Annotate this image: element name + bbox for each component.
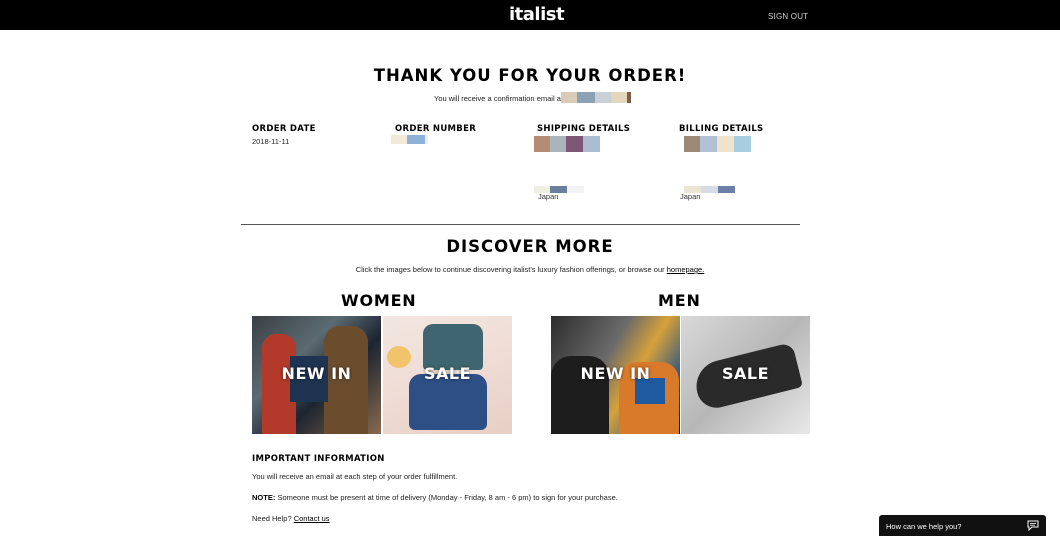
- shipping-details-label: SHIPPING DETAILS: [537, 124, 631, 134]
- men-new-in-tile[interactable]: NEW IN: [551, 316, 680, 434]
- redacted-billing-name: [684, 136, 751, 152]
- women-new-in-tile[interactable]: NEW IN: [252, 316, 381, 434]
- order-number-label: ORDER NUMBER: [395, 124, 477, 134]
- thank-you-title: THANK YOU FOR YOUR ORDER!: [373, 66, 687, 85]
- discover-more-title: DISCOVER MORE: [446, 237, 614, 256]
- section-divider: [241, 224, 800, 225]
- shipping-country: Japan: [538, 192, 559, 201]
- sign-out-link[interactable]: SIGN OUT: [768, 12, 808, 21]
- men-sale-label: SALE: [721, 364, 770, 383]
- contact-us-link[interactable]: Contact us: [294, 514, 330, 523]
- info-help-line: Need Help? Contact us: [252, 514, 330, 523]
- discover-subtitle-text: Click the images below to continue disco…: [355, 265, 665, 274]
- italist-logo[interactable]: italist: [509, 4, 565, 25]
- order-date-value: 2018-11-11: [252, 137, 290, 146]
- note-label: NOTE:: [252, 493, 276, 502]
- info-note-line: NOTE: Someone must be present at time of…: [252, 493, 618, 502]
- men-sale-tile[interactable]: SALE: [681, 316, 810, 434]
- women-new-in-label: NEW IN: [281, 364, 352, 383]
- confirmation-email-text: You will receive a confirmation email at: [434, 94, 563, 103]
- help-text: Need Help?: [252, 514, 292, 523]
- women-sale-label: SALE: [423, 364, 472, 383]
- important-info-title: IMPORTANT INFORMATION: [252, 454, 385, 464]
- billing-details-label: BILLING DETAILS: [679, 124, 764, 134]
- women-sale-tile[interactable]: SALE: [383, 316, 512, 434]
- redacted-shipping-name: [534, 136, 600, 152]
- order-date-label: ORDER DATE: [252, 124, 316, 134]
- men-section-title: MEN: [658, 291, 701, 310]
- homepage-link[interactable]: homepage.: [667, 265, 705, 274]
- billing-country: Japan: [680, 192, 701, 201]
- chat-bubble-icon: [1027, 520, 1039, 531]
- discover-subtitle: Click the images below to continue disco…: [0, 265, 1060, 274]
- info-email-line: You will receive an email at each step o…: [252, 472, 458, 481]
- top-nav-bar: italist SIGN OUT: [0, 0, 1060, 30]
- redacted-email: [561, 92, 631, 103]
- chat-widget-button[interactable]: How can we help you?: [879, 515, 1046, 536]
- women-section-title: WOMEN: [341, 291, 417, 310]
- note-text: Someone must be present at time of deliv…: [277, 493, 618, 502]
- chat-widget-label: How can we help you?: [886, 522, 962, 531]
- men-new-in-label: NEW IN: [580, 364, 651, 383]
- redacted-order-number: [391, 135, 428, 144]
